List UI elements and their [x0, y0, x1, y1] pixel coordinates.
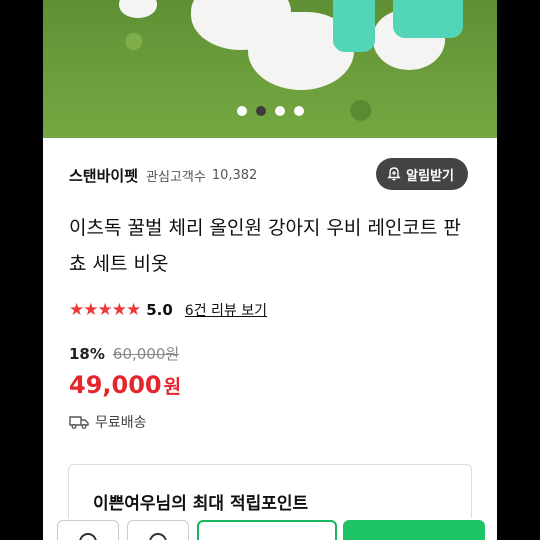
app-screen: 스탠바이펫 관심고객수 10,382 알림받기 이츠독 꿀벌 체리 올인원 강아… — [43, 0, 497, 540]
followers-label: 관심고객수 — [146, 169, 206, 185]
carousel-dot[interactable] — [274, 106, 285, 116]
promo-text: 이쁜여우님의 최대 적립포인트 — [93, 494, 309, 514]
shipping-info: 무료배송 — [69, 412, 147, 432]
heart-icon — [79, 533, 97, 540]
delivery-truck-icon — [69, 416, 89, 429]
price-value: 49,000 — [69, 371, 162, 399]
star-rating-icons: ★★★★★ — [69, 300, 141, 320]
alert-button-label: 알림받기 — [406, 168, 454, 184]
rating-score: 5.0 — [146, 301, 173, 319]
carousel-dot[interactable] — [293, 106, 304, 116]
carousel-dot-active[interactable] — [255, 106, 266, 116]
discount-row: 18% 60,000원 — [69, 343, 179, 364]
alert-subscribe-button[interactable]: 알림받기 — [376, 158, 468, 190]
discount-percent: 18% — [69, 344, 105, 363]
sale-price: 49,000 원 — [69, 371, 181, 399]
review-link[interactable]: 6건 리뷰 보기 — [185, 300, 267, 320]
dog-raincoat — [393, 0, 463, 38]
rating-row: ★★★★★ 5.0 6건 리뷰 보기 — [69, 297, 267, 323]
price-unit: 원 — [163, 376, 182, 398]
product-title: 이츠독 꿀벌 체리 올인원 강아지 우비 레인코트 판쵸 세트 비옷 — [69, 217, 461, 275]
carousel-indicator — [43, 106, 497, 116]
buy-now-button[interactable] — [343, 520, 485, 540]
original-price: 60,000원 — [112, 345, 180, 363]
bell-plus-icon — [387, 167, 401, 181]
followers-count: 10,382 — [211, 167, 258, 183]
chat-button[interactable] — [127, 520, 189, 540]
dog-raincoat — [333, 0, 375, 52]
add-to-cart-button[interactable] — [197, 520, 337, 540]
seller-name[interactable]: 스탠바이펫 — [69, 165, 138, 186]
chat-icon — [149, 533, 167, 540]
seller-row: 스탠바이펫 관심고객수 10,382 알림받기 — [69, 158, 473, 192]
shipping-label: 무료배송 — [95, 415, 147, 431]
carousel-dot[interactable] — [236, 106, 247, 116]
product-image[interactable] — [43, 0, 497, 138]
bottom-action-bar — [43, 518, 497, 540]
wishlist-button[interactable] — [57, 520, 119, 540]
